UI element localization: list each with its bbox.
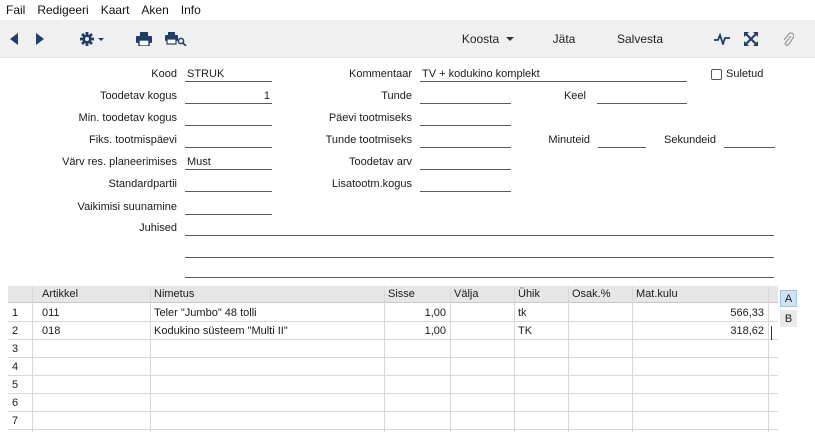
cell-matkulu[interactable]: 566,33 xyxy=(634,307,764,319)
cell-nimetus[interactable]: Kodukino süsteem "Multi II" xyxy=(154,325,380,337)
row-number: 6 xyxy=(12,397,19,409)
chevron-down-icon xyxy=(506,37,515,41)
row-number: 3 xyxy=(12,343,19,355)
gear-icon xyxy=(80,32,104,46)
toodetav-arv-field[interactable] xyxy=(420,156,511,170)
vaikimisi-suunamine-field[interactable] xyxy=(185,201,272,215)
cell-artikkel[interactable]: 011 xyxy=(42,307,142,319)
paevi-tootmiseks-label: Päevi tootmiseks xyxy=(328,112,412,124)
col-uhik-header[interactable]: Ühik xyxy=(518,288,540,300)
toodetav-kogus-label: Toodetav kogus xyxy=(99,90,177,102)
table-row[interactable]: 5 xyxy=(8,376,778,394)
tunde-label: Tunde xyxy=(381,90,412,102)
koosta-dropdown-button[interactable]: Koosta xyxy=(458,20,520,58)
tunde-tootmiseks-label: Tunde tootmiseks xyxy=(325,134,412,146)
row-number: 5 xyxy=(12,379,19,391)
settings-gear-menu[interactable] xyxy=(76,20,110,58)
minuteid-label: Minuteid xyxy=(548,134,590,146)
paperclip-icon[interactable] xyxy=(778,20,798,58)
col-artikkel-header[interactable]: Artikkel xyxy=(42,288,78,300)
print-preview-icon[interactable] xyxy=(164,20,188,58)
cell-uhik[interactable]: tk xyxy=(518,307,564,319)
standardpartii-label: Standardpartii xyxy=(108,178,178,190)
row-number: 2 xyxy=(12,325,19,337)
cell-artikkel[interactable]: 018 xyxy=(42,325,142,337)
print-icon[interactable] xyxy=(134,20,154,58)
suletud-label: Suletud xyxy=(726,68,764,80)
kood-label: Kood xyxy=(151,68,177,80)
fiks-tootmispaevi-field[interactable] xyxy=(185,134,272,148)
salvesta-button[interactable]: Salvesta xyxy=(610,20,670,58)
kommentaar-field[interactable]: TV + kodukino komplekt xyxy=(420,68,687,82)
back-arrow-icon[interactable] xyxy=(6,20,22,58)
juhised-label: Juhised xyxy=(139,222,177,234)
menu-info[interactable]: Info xyxy=(181,3,201,17)
cell-matkulu[interactable]: 318,62 xyxy=(634,325,764,337)
row-number: 7 xyxy=(12,415,19,427)
keel-field[interactable] xyxy=(597,90,687,104)
table-row[interactable]: 7 xyxy=(8,412,778,430)
table-row[interactable]: 1 011 Teler "Jumbo" 48 tolli 1,00 tk 566,33 xyxy=(8,304,778,322)
min-toodetav-kogus-field[interactable] xyxy=(185,112,272,126)
rows-grid: Artikkel Nimetus Sisse Välja Ühik Osak.%… xyxy=(8,286,778,432)
row-number: 4 xyxy=(12,361,19,373)
lisatootm-kogus-label: Lisatootm.kogus xyxy=(331,178,412,190)
kommentaar-label: Kommentaar xyxy=(349,68,412,80)
col-sisse-header[interactable]: Sisse xyxy=(388,288,415,300)
menu-redigeeri[interactable]: Redigeeri xyxy=(37,3,88,17)
jata-button[interactable]: Jäta xyxy=(544,20,584,58)
salvesta-label: Salvesta xyxy=(616,32,664,46)
suletud-checkbox[interactable] xyxy=(711,69,722,80)
col-valja-header[interactable]: Välja xyxy=(454,288,478,300)
col-osak-header[interactable]: Osak.% xyxy=(572,288,611,300)
cell-sisse[interactable]: 1,00 xyxy=(386,307,446,319)
juhised-line-3 xyxy=(185,277,774,278)
menu-aken[interactable]: Aken xyxy=(141,3,168,17)
fiks-tootmispaevi-label: Fiks. tootmispäevi xyxy=(88,134,177,146)
sekundeid-label: Sekundeid xyxy=(664,134,716,146)
activity-pulse-icon[interactable] xyxy=(712,20,732,58)
minuteid-field[interactable] xyxy=(598,134,646,148)
standardpartii-field[interactable] xyxy=(185,178,272,192)
lisatootm-kogus-field[interactable] xyxy=(420,178,511,192)
tunde-tootmiseks-field[interactable] xyxy=(420,134,511,148)
sekundeid-field[interactable] xyxy=(724,134,775,148)
cell-uhik[interactable]: TK xyxy=(518,325,564,337)
jata-label: Jäta xyxy=(552,32,576,46)
kood-field[interactable]: STRUK xyxy=(185,68,272,82)
varv-res-planeerimises-label: Värv res. planeerimises xyxy=(62,156,177,168)
tab-b[interactable]: B xyxy=(780,310,797,327)
keel-label: Keel xyxy=(563,90,586,102)
varv-res-planeerimises-field[interactable]: Must xyxy=(185,156,272,170)
min-toodetav-kogus-label: Min. toodetav kogus xyxy=(78,112,177,124)
table-row[interactable]: 3 xyxy=(8,340,778,358)
table-row[interactable]: 2 018 Kodukino süsteem "Multi II" 1,00 TK 318… xyxy=(8,322,778,340)
text-cursor xyxy=(771,326,772,340)
vaikimisi-suunamine-label: Vaikimisi suunamine xyxy=(77,201,177,213)
forward-arrow-icon[interactable] xyxy=(32,20,48,58)
table-row[interactable]: 4 xyxy=(8,358,778,376)
paevi-tootmiseks-field[interactable] xyxy=(420,112,511,126)
row-number: 1 xyxy=(12,307,19,319)
table-row[interactable]: 6 xyxy=(8,394,778,412)
menu-bar: Fail Redigeeri Kaart Aken Info xyxy=(0,0,815,20)
toolbar: Koosta Jäta Salvesta xyxy=(0,20,815,58)
koosta-label: Koosta xyxy=(461,32,500,46)
tab-a[interactable]: A xyxy=(780,290,797,307)
tunde-field[interactable] xyxy=(420,90,511,104)
col-matkulu-header[interactable]: Mat.kulu xyxy=(636,288,678,300)
juhised-field[interactable] xyxy=(185,222,774,236)
cell-sisse[interactable]: 1,00 xyxy=(386,325,446,337)
menu-kaart[interactable]: Kaart xyxy=(101,3,130,17)
menu-fail[interactable]: Fail xyxy=(6,3,25,17)
toodetav-arv-label: Toodetav arv xyxy=(349,156,412,168)
toodetav-kogus-field[interactable]: 1 xyxy=(185,90,272,104)
cell-nimetus[interactable]: Teler "Jumbo" 48 tolli xyxy=(154,307,380,319)
juhised-line-2 xyxy=(185,257,774,258)
col-nimetus-header[interactable]: Nimetus xyxy=(154,288,194,300)
expand-icon[interactable] xyxy=(741,20,761,58)
grid-header: Artikkel Nimetus Sisse Välja Ühik Osak.%… xyxy=(8,286,778,303)
